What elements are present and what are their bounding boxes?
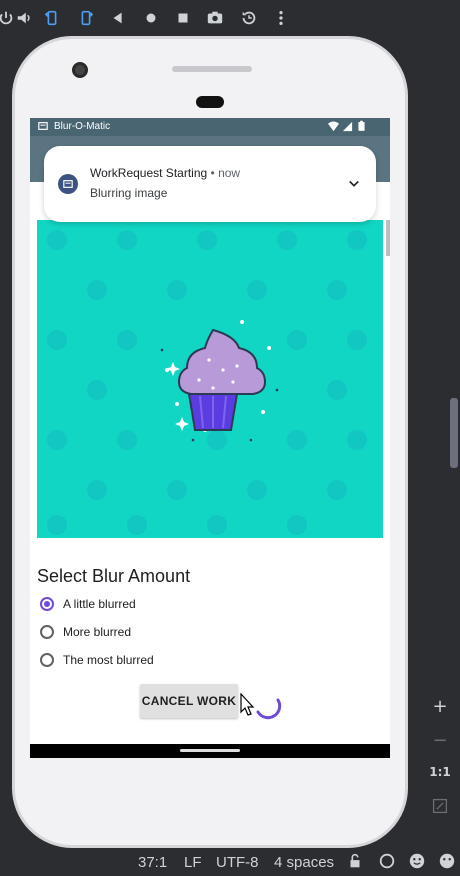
ide-side-panel: + − 1:1 [420,36,460,848]
radio-button-checked[interactable] [40,597,54,611]
work-notification[interactable]: WorkRequest Starting • now Blurring imag… [44,146,376,222]
earpiece [196,96,224,108]
cursor-position[interactable]: 37:1 [138,854,167,871]
home-gesture-pill[interactable] [180,749,240,752]
rotate-left-icon[interactable] [40,6,64,30]
zoom-fit-icon[interactable] [428,794,452,818]
signal-icon [342,121,353,135]
file-encoding[interactable]: UTF-8 [216,854,259,871]
app-icon [58,174,78,194]
top-speaker [172,66,252,72]
cupcake-image [37,220,383,538]
line-separator[interactable]: LF [184,854,202,871]
wifi-icon [328,121,339,135]
zoom-in-icon[interactable]: + [428,694,452,718]
more-icon[interactable] [269,6,293,30]
screenshot-icon[interactable] [203,6,227,30]
home-icon[interactable] [139,6,163,30]
radio-button[interactable] [40,653,54,667]
android-nav-bar [30,744,390,758]
emulator-toolbar [0,0,460,36]
ide-status-bar: 37:1 LF UTF-8 4 spaces [0,848,460,876]
status-app-name: Blur-O-Matic [54,121,111,132]
volume-up-icon[interactable] [12,6,36,30]
notification-separator: • [210,166,219,180]
rotate-right-icon[interactable] [74,6,98,30]
editor-scrollbar[interactable] [450,398,458,468]
notification-header: WorkRequest Starting • now [90,166,240,180]
overview-icon[interactable] [171,6,195,30]
zoom-actual-button[interactable]: 1:1 [428,760,452,784]
front-camera [72,62,88,78]
notification-text: Blurring image [90,186,168,200]
indent-setting[interactable]: 4 spaces [274,854,334,871]
radio-label: More blurred [63,625,132,639]
mouse-cursor-icon [240,693,255,716]
device-screen: Blur-O-Matic Select Blur Amount A little… [30,118,390,758]
android-status-bar: Blur-O-Matic [30,118,390,136]
notification-title: WorkRequest Starting [90,166,208,180]
snapshot-icon[interactable] [237,6,261,30]
radio-little-blurred[interactable]: A little blurred [40,592,136,616]
cancel-work-button[interactable]: CANCEL WORK [140,684,238,718]
radio-most-blurred[interactable]: The most blurred [40,648,154,672]
lock-icon[interactable] [346,852,364,874]
content-scrollbar[interactable] [386,220,390,256]
zoom-out-icon[interactable]: − [428,728,452,752]
chevron-down-icon[interactable] [344,174,364,194]
progress-spinner [256,698,282,720]
notification-time: now [218,166,241,180]
feedback-icon[interactable] [408,852,426,874]
app-notification-icon [38,121,48,134]
back-icon[interactable] [106,6,130,30]
radio-label: The most blurred [63,653,154,667]
notifications-icon[interactable] [438,852,456,874]
radio-more-blurred[interactable]: More blurred [40,620,131,644]
chat-icon[interactable] [378,852,396,874]
radio-label: A little blurred [63,597,136,611]
select-blur-heading: Select Blur Amount [37,566,191,586]
radio-button[interactable] [40,625,54,639]
battery-icon [358,120,365,135]
